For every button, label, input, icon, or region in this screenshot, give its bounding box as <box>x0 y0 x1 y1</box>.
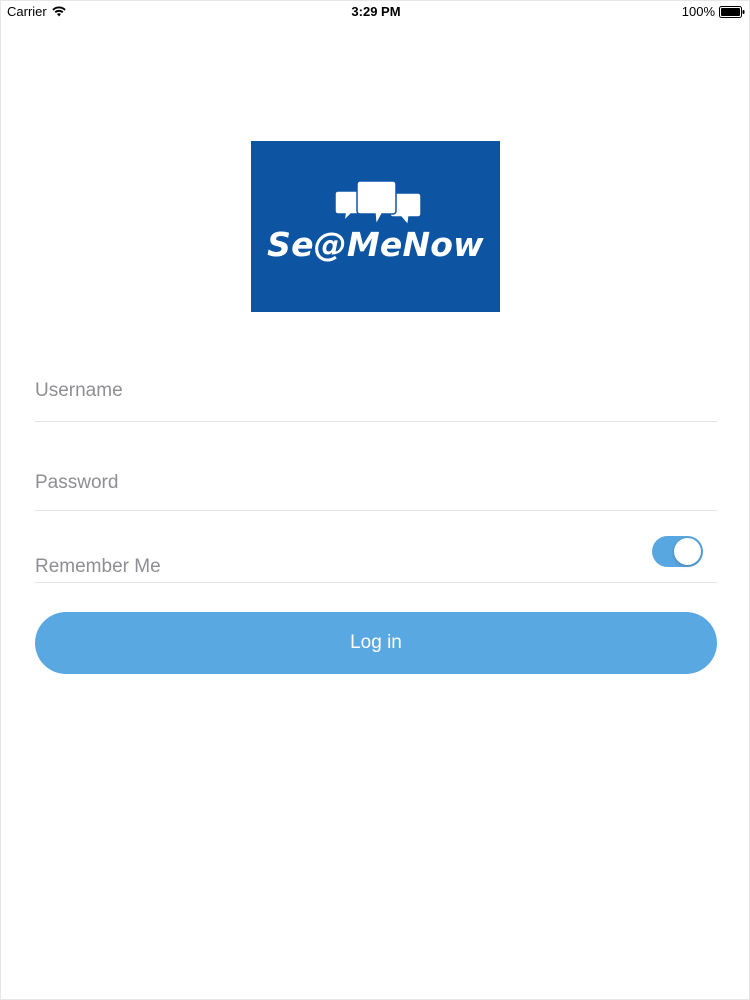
remember-me-row: Remember Me <box>35 531 717 583</box>
status-bar: Carrier 3:29 PM 100% <box>1 1 750 23</box>
login-screen: Carrier 3:29 PM 100% Se@MeNow Username R… <box>0 0 750 1000</box>
username-field-container <box>35 376 717 422</box>
username-input[interactable] <box>35 376 717 406</box>
status-right: 100% <box>682 4 745 19</box>
toggle-knob <box>674 538 701 565</box>
login-button[interactable]: Log in <box>35 612 717 674</box>
remember-me-toggle[interactable] <box>652 536 703 567</box>
battery-icon <box>719 5 745 18</box>
app-logo: Se@MeNow <box>251 141 500 312</box>
password-input[interactable] <box>35 468 717 498</box>
logo-text: Se@MeNow <box>267 225 484 264</box>
remember-me-label: Remember Me <box>35 556 161 577</box>
password-field-container <box>35 468 717 511</box>
status-time: 3:29 PM <box>351 4 401 19</box>
battery-percent: 100% <box>681 4 715 19</box>
